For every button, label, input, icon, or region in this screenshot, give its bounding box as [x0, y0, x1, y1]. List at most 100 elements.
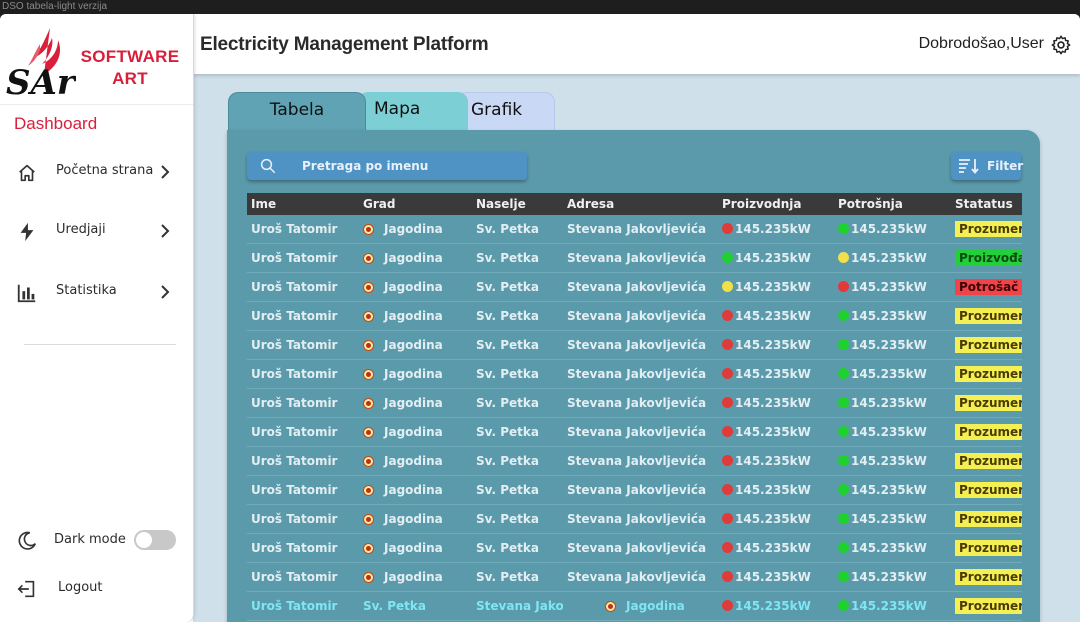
cell-col2: Sv. Petka: [359, 591, 472, 621]
red-face-icon: [722, 571, 733, 582]
table-row[interactable]: Uroš Tatomir Jagodina Sv. Petka Stevana Jak…: [247, 301, 1022, 331]
cell-grad-text: Jagodina: [384, 280, 443, 294]
cell-proizvodnja-text: 145.235kW: [735, 280, 811, 294]
sidebar-item-label: Početna strana: [56, 163, 154, 178]
column-header-grad[interactable]: Grad: [359, 193, 472, 215]
cell-naselje: Sv. Petka: [472, 243, 563, 273]
column-header-potrosnja[interactable]: Potrošnja: [834, 193, 951, 215]
cell-naselje: Sv. Petka: [472, 562, 563, 592]
table-header-row: Ime Grad Naselje Adresa Proizvodnja Potr…: [247, 193, 1022, 215]
app-window: SArt SOFTWARE ART Dashboard Početna stra…: [0, 14, 1080, 622]
cell-adresa: Stevana Jakovljevića: [563, 417, 718, 447]
green-face-icon: [838, 368, 849, 379]
table-row[interactable]: Uroš Tatomir Jagodina Sv. Petka Stevana Jak…: [247, 359, 1022, 389]
city-crest-icon: [363, 427, 374, 438]
dark-mode-toggle[interactable]: [134, 530, 176, 550]
cell-status: Prozumer: [951, 417, 1022, 447]
red-face-icon: [722, 223, 733, 234]
cell-proizvodnja: 145.235kW: [718, 417, 834, 447]
cell-proizvodnja: 145.235kW: [718, 562, 834, 592]
cell-proizvodnja-text: 145.235kW: [735, 367, 811, 381]
tab-tabela[interactable]: Tabela: [228, 92, 366, 130]
cell-naselje: Sv. Petka: [472, 215, 563, 244]
cell-status: Prozumer: [951, 301, 1022, 331]
cell-ime-text: Uroš Tatomir: [251, 222, 338, 236]
cell-proizvodnja-text: 145.235kW: [735, 570, 811, 584]
logout-label: Logout: [58, 580, 103, 595]
column-header-proizvodnja[interactable]: Proizvodnja: [718, 193, 834, 215]
table-row[interactable]: Uroš Tatomir Jagodina Sv. Petka Stevana Jak…: [247, 388, 1022, 418]
cell-proizvodnja-text: 145.235kW: [735, 222, 811, 236]
table-row[interactable]: Uroš Tatomir Jagodina Sv. Petka Stevana Jak…: [247, 533, 1022, 563]
table-row[interactable]: Uroš Tatomir Jagodina Sv. Petka Stevana Jak…: [247, 215, 1022, 244]
table-row[interactable]: Uroš Tatomir Jagodina Sv. Petka Stevana Jak…: [247, 446, 1022, 476]
cell-naselje: Sv. Petka: [472, 330, 563, 360]
tab-mapa[interactable]: Mapa: [358, 92, 468, 130]
logout-button[interactable]: Logout: [0, 574, 193, 604]
cell-potrosnja: 145.235kW: [834, 417, 951, 447]
cell-potrosnja: 145.235kW: [834, 504, 951, 534]
cell-status: Prozumer: [951, 504, 1022, 534]
cell-adresa: Stevana Jakovljevića: [563, 215, 718, 244]
window-title: DSO tabela-light verzija: [2, 1, 108, 12]
cell-potrosnja-text: 145.235kW: [851, 570, 927, 584]
city-crest-icon: [363, 485, 374, 496]
home-icon: [19, 164, 35, 182]
green-face-icon: [838, 426, 849, 437]
cell-ime-text: Uroš Tatomir: [251, 338, 338, 352]
sidebar-item-statistika[interactable]: Statistika: [0, 274, 193, 310]
software-art-logo-icon: SArt: [6, 28, 76, 100]
table-row[interactable]: Uroš Tatomir Jagodina Sv. Petka Stevana Jak…: [247, 330, 1022, 360]
green-face-icon: [838, 339, 849, 350]
cell-naselje: Sv. Petka: [472, 301, 563, 331]
main-content: Tabela Mapa Grafik Pretraga po imenu Fil…: [193, 74, 1080, 622]
table-row[interactable]: Uroš Tatomir Jagodina Sv. Petka Stevana Jak…: [247, 504, 1022, 534]
search-input[interactable]: Pretraga po imenu: [247, 152, 527, 180]
cell-proizvodnja-text: 145.235kW: [735, 338, 811, 352]
cell-potrosnja-text: 145.235kW: [851, 512, 927, 526]
cell-naselje: Sv. Petka: [472, 475, 563, 505]
cell-naselje-text: Sv. Petka: [476, 454, 539, 468]
brand-logo[interactable]: SArt SOFTWARE ART: [0, 14, 193, 105]
green-face-icon: [722, 252, 733, 263]
filter-button[interactable]: Filter: [951, 152, 1023, 180]
column-header-ime[interactable]: Ime: [247, 193, 359, 215]
tab-grafik[interactable]: Grafik: [456, 92, 555, 130]
toggle-knob: [136, 532, 152, 548]
table-row-highlighted[interactable]: Uroš Tatomir Sv. Petka Stevana Jakovljević…: [247, 591, 1022, 621]
cell-naselje-text: Sv. Petka: [476, 541, 539, 555]
city-crest-icon: [363, 572, 374, 583]
cell-grad: Jagodina: [359, 330, 472, 360]
table-row[interactable]: Uroš Tatomir Jagodina Sv. Petka Stevana Jak…: [247, 243, 1022, 273]
table-row[interactable]: Uroš Tatomir Jagodina Sv. Petka Stevana Jak…: [247, 272, 1022, 302]
column-header-naselje[interactable]: Naselje: [472, 193, 563, 215]
cell-ime: Uroš Tatomir: [247, 215, 359, 244]
cell-ime-text: Uroš Tatomir: [251, 599, 338, 613]
status-badge: Prozumer: [955, 337, 1022, 353]
cell-proizvodnja: 145.235kW: [718, 215, 834, 244]
cell-ime-text: Uroš Tatomir: [251, 425, 338, 439]
cell-adresa-text: Stevana Jakovljevića: [567, 396, 707, 410]
status-badge: Prozumer: [955, 482, 1022, 498]
table-row[interactable]: Uroš Tatomir Jagodina Sv. Petka Stevana Jak…: [247, 475, 1022, 505]
sidebar-item-uredjaji[interactable]: Uredjaji: [0, 213, 193, 249]
gear-icon[interactable]: [1050, 34, 1072, 56]
column-header-adresa[interactable]: Adresa: [563, 193, 718, 215]
cell-grad: Jagodina: [359, 359, 472, 389]
cell-proizvodnja-text: 145.235kW: [735, 541, 811, 555]
cell-grad-text: Jagodina: [384, 454, 443, 468]
cell-proizvodnja: 145.235kW: [718, 591, 834, 621]
table-row[interactable]: Uroš Tatomir Jagodina Sv. Petka Stevana Jak…: [247, 417, 1022, 447]
column-header-status[interactable]: Statatus: [951, 193, 1022, 215]
red-face-icon: [722, 368, 733, 379]
cell-proizvodnja: 145.235kW: [718, 243, 834, 273]
table-row[interactable]: Uroš Tatomir Jagodina Sv. Petka Stevana Jak…: [247, 562, 1022, 592]
window-title-bar: DSO tabela-light verzija: [0, 0, 1080, 14]
search-icon: [260, 158, 276, 174]
red-face-icon: [722, 484, 733, 495]
sidebar-item-pocetna-strana[interactable]: Početna strana: [0, 154, 193, 190]
moon-icon: [18, 531, 37, 550]
cell-grad: Jagodina: [359, 243, 472, 273]
cell-adresa-text: Stevana Jakovljevića: [567, 338, 707, 352]
cell-naselje: Sv. Petka: [472, 446, 563, 476]
